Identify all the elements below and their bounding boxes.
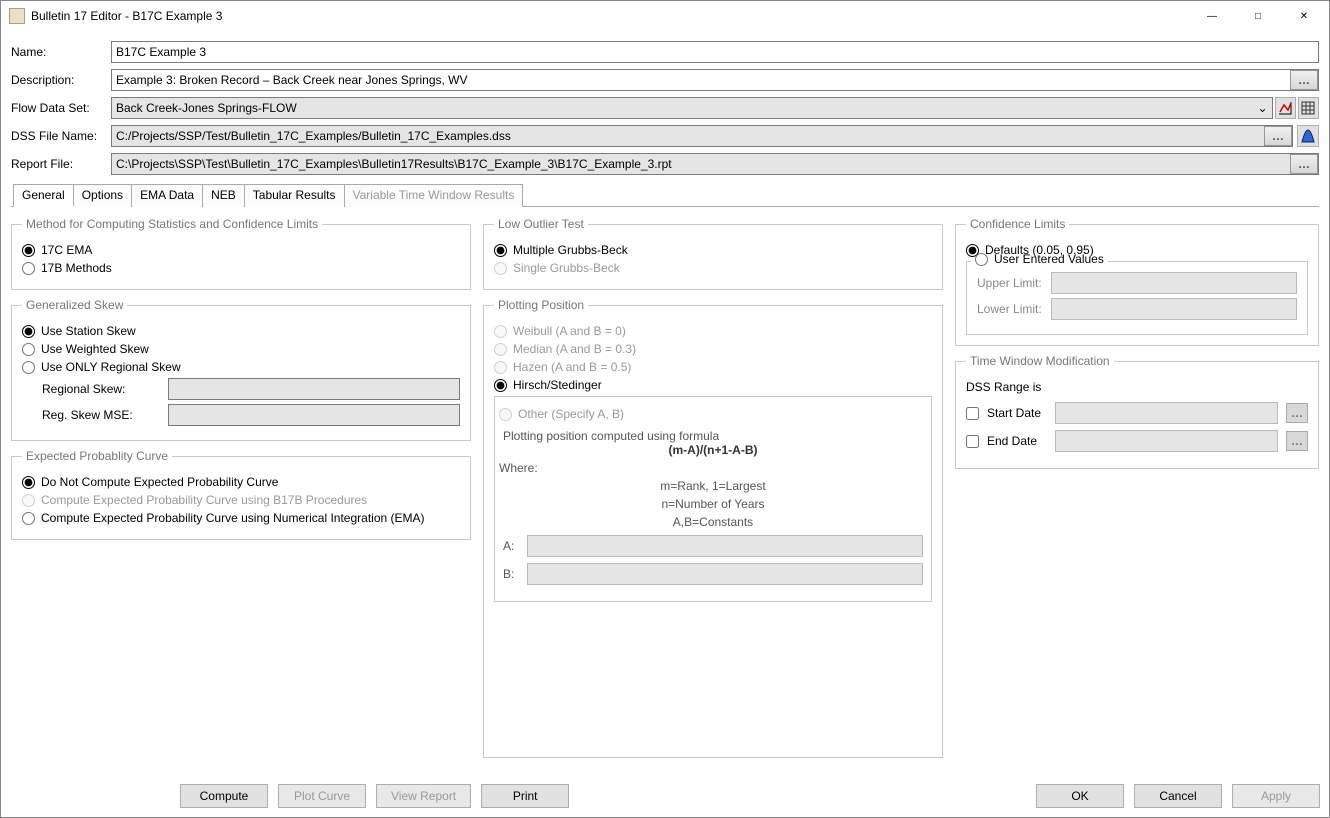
time-window-group: Time Window Modification DSS Range is St… [955, 354, 1319, 469]
flow-data-set-combo[interactable]: Back Creek-Jones Springs-FLOW ⌄ [111, 97, 1273, 119]
confidence-limits-group: Confidence Limits Defaults (0.05, 0.95) … [955, 217, 1319, 346]
end-date-label: End Date [987, 434, 1047, 448]
b-input [527, 563, 923, 585]
radio-hirsch-stedinger[interactable] [494, 379, 507, 392]
check-end-date[interactable] [966, 435, 979, 448]
method-legend: Method for Computing Statistics and Conf… [22, 217, 322, 231]
radio-weibull [494, 325, 507, 338]
user-entered-subgroup: User Entered Values Upper Limit: Lower L… [966, 261, 1308, 335]
dss-file-label: DSS File Name: [11, 129, 111, 143]
description-label: Description: [11, 73, 111, 87]
time-window-legend: Time Window Modification [966, 354, 1114, 368]
a-label: A: [503, 539, 517, 553]
view-report-button: View Report [376, 784, 471, 808]
a-input [527, 535, 923, 557]
plot-ab-desc: A,B=Constants [499, 515, 927, 529]
radio-17c-ema[interactable] [22, 244, 35, 257]
tab-tabular-results[interactable]: Tabular Results [244, 184, 345, 207]
flow-data-set-label: Flow Data Set: [11, 101, 111, 115]
method-group: Method for Computing Statistics and Conf… [11, 217, 471, 290]
radio-user-entered[interactable] [975, 253, 988, 266]
tab-general[interactable]: General [13, 184, 74, 207]
plot-m-desc: m=Rank, 1=Largest [499, 479, 927, 493]
expected-prob-legend: Expected Probablity Curve [22, 449, 172, 463]
reg-skew-mse-label: Reg. Skew MSE: [42, 408, 162, 422]
close-button[interactable]: ✕ [1281, 1, 1327, 31]
confidence-limits-legend: Confidence Limits [966, 217, 1069, 231]
upper-limit-input [1051, 272, 1297, 294]
upper-limit-label: Upper Limit: [977, 276, 1045, 290]
window-title: Bulletin 17 Editor - B17C Example 3 [31, 9, 1189, 23]
expected-prob-group: Expected Probablity Curve Do Not Compute… [11, 449, 471, 540]
tabulate-data-button[interactable] [1298, 97, 1319, 119]
report-file-input[interactable] [111, 153, 1319, 175]
dss-file-browse-button[interactable]: … [1264, 126, 1292, 146]
app-icon [9, 8, 25, 24]
plot-curve-button: Plot Curve [278, 784, 366, 808]
reg-skew-mse-input [168, 404, 460, 426]
radio-hazen [494, 361, 507, 374]
radio-single-grubbs-beck [494, 262, 507, 275]
radio-17b-methods[interactable] [22, 262, 35, 275]
low-outlier-group: Low Outlier Test Multiple Grubbs-Beck Si… [483, 217, 943, 290]
radio-regional-skew[interactable] [22, 361, 35, 374]
tab-bar: General Options EMA Data NEB Tabular Res… [11, 183, 1319, 207]
plot-n-desc: n=Number of Years [499, 497, 927, 511]
distribution-button[interactable] [1297, 125, 1319, 147]
plot-data-button[interactable] [1275, 97, 1296, 119]
ok-button[interactable]: OK [1036, 784, 1124, 808]
skew-group: Generalized Skew Use Station Skew Use We… [11, 298, 471, 441]
radio-other-ab [499, 408, 512, 421]
minimize-button[interactable]: — [1189, 1, 1235, 31]
dss-range-label: DSS Range is [966, 380, 1308, 394]
radio-epc-b17b [22, 494, 35, 507]
plotting-position-group: Plotting Position Weibull (A and B = 0) … [483, 298, 943, 758]
plotting-position-legend: Plotting Position [494, 298, 588, 312]
description-input[interactable] [111, 69, 1319, 91]
description-browse-button[interactable]: … [1290, 70, 1318, 90]
print-button[interactable]: Print [481, 784, 569, 808]
dss-file-input[interactable] [111, 125, 1293, 147]
report-file-browse-button[interactable]: … [1290, 154, 1318, 174]
plot-where-label: Where: [499, 461, 927, 475]
name-label: Name: [11, 45, 111, 59]
radio-multiple-grubbs-beck[interactable] [494, 244, 507, 257]
radio-median [494, 343, 507, 356]
plot-formula-eq: (m-A)/(n+1-A-B) [499, 443, 927, 457]
end-date-picker-button: … [1286, 431, 1308, 451]
lower-limit-input [1051, 298, 1297, 320]
end-date-input [1055, 430, 1278, 452]
radio-do-not-compute-epc[interactable] [22, 476, 35, 489]
skew-legend: Generalized Skew [22, 298, 127, 312]
compute-button[interactable]: Compute [180, 784, 268, 808]
regional-skew-label: Regional Skew: [42, 382, 162, 396]
name-input[interactable] [111, 41, 1319, 63]
chevron-down-icon: ⌄ [1257, 101, 1267, 115]
flow-data-set-value: Back Creek-Jones Springs-FLOW [116, 101, 297, 115]
report-file-label: Report File: [11, 157, 111, 171]
radio-weighted-skew[interactable] [22, 343, 35, 356]
start-date-input [1055, 402, 1278, 424]
apply-button: Apply [1232, 784, 1320, 808]
radio-epc-ema[interactable] [22, 512, 35, 525]
tab-variable-time-window: Variable Time Window Results [344, 184, 524, 207]
tab-neb[interactable]: NEB [202, 184, 245, 207]
titlebar: Bulletin 17 Editor - B17C Example 3 — □ … [1, 1, 1329, 31]
start-date-picker-button: … [1286, 403, 1308, 423]
cancel-button[interactable]: Cancel [1134, 784, 1222, 808]
tab-ema-data[interactable]: EMA Data [131, 184, 203, 207]
maximize-button[interactable]: □ [1235, 1, 1281, 31]
plot-formula-desc: Plotting position computed using formula [503, 429, 923, 443]
regional-skew-input [168, 378, 460, 400]
radio-station-skew[interactable] [22, 325, 35, 338]
low-outlier-legend: Low Outlier Test [494, 217, 588, 231]
b-label: B: [503, 567, 517, 581]
lower-limit-label: Lower Limit: [977, 302, 1045, 316]
start-date-label: Start Date [987, 406, 1047, 420]
check-start-date[interactable] [966, 407, 979, 420]
tab-options[interactable]: Options [73, 184, 132, 207]
